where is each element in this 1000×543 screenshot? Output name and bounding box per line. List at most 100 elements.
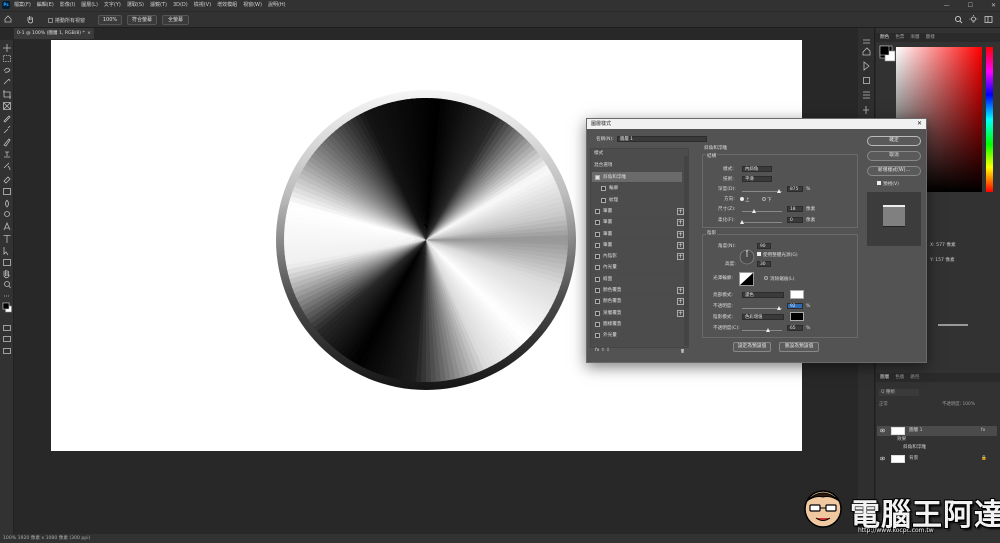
crop-tool-icon[interactable] — [3, 90, 11, 99]
layer-kind-filter[interactable]: Q 種類 — [879, 389, 919, 396]
menu-item[interactable]: 檔案(F) — [14, 0, 31, 11]
prop-x-value[interactable]: X: 577 像素 — [930, 242, 956, 248]
menu-item[interactable]: 選取(S) — [127, 0, 144, 11]
menu-item[interactable]: 影像(I) — [60, 0, 75, 11]
style-item[interactable]: 內陰影 + — [592, 251, 684, 263]
menu-item[interactable]: 濾鏡(T) — [150, 0, 167, 11]
layer-fx-badge[interactable]: fx — [981, 426, 985, 436]
menu-item[interactable]: 檢視(V) — [194, 0, 211, 11]
style-item[interactable]: 顏色覆蓋 + — [592, 285, 684, 296]
style-checkbox[interactable] — [595, 220, 600, 226]
workspace-icon[interactable] — [984, 15, 993, 24]
styles-header[interactable]: 樣式 — [594, 151, 603, 157]
hand-tool-panel-icon[interactable] — [3, 270, 10, 279]
delete-style-icon[interactable] — [680, 348, 685, 353]
styles-scrollbar[interactable] — [684, 156, 688, 346]
style-checkbox[interactable] — [601, 197, 606, 203]
style-item[interactable]: 內光暈 — [592, 262, 682, 274]
adjustments-panel-icon[interactable] — [863, 91, 870, 99]
style-item[interactable]: 漸層覆蓋 + — [592, 308, 684, 319]
style-item[interactable]: 緞面 — [592, 274, 682, 285]
panel-collapse-icon[interactable] — [863, 39, 870, 44]
reset-default-button[interactable]: 重設為預設值 — [779, 342, 819, 352]
add-style-icon[interactable]: + — [677, 219, 684, 227]
actions-panel-icon[interactable] — [863, 61, 870, 71]
style-item[interactable]: 筆畫 + — [592, 240, 684, 251]
new-style-button[interactable]: 新增樣式(W)... — [867, 166, 921, 176]
depth-slider-thumb[interactable] — [777, 189, 781, 193]
minimize-icon[interactable]: — — [944, 0, 950, 11]
menu-item[interactable]: 文字(Y) — [104, 0, 121, 11]
add-style-icon[interactable]: + — [677, 298, 684, 306]
angle-dial[interactable] — [739, 249, 755, 265]
dialog-close-icon[interactable]: ✕ — [917, 119, 922, 129]
properties-panel-icon[interactable] — [863, 77, 870, 84]
shadow-color-swatch[interactable] — [790, 312, 804, 321]
visibility-eye-icon[interactable] — [880, 428, 885, 433]
cancel-button[interactable]: 取消 — [867, 151, 921, 161]
lasso-tool-icon[interactable] — [3, 67, 11, 73]
brush-panel-icon[interactable] — [863, 106, 869, 114]
style-checkbox[interactable] — [595, 242, 600, 248]
style-checkbox[interactable] — [595, 175, 600, 180]
highlight-opacity-input[interactable]: 92 — [787, 303, 803, 309]
brush-tool-icon[interactable] — [3, 138, 11, 147]
close-window-icon[interactable]: ✕ — [991, 0, 996, 11]
search-icon[interactable] — [954, 15, 963, 24]
menu-item[interactable]: 增效模組 — [217, 0, 237, 11]
layer-row-background[interactable]: 背景 🔒 — [877, 454, 997, 464]
ok-button[interactable]: 確定 — [867, 136, 921, 146]
make-default-button[interactable]: 設定為預設值 — [733, 342, 771, 352]
tab-swatches[interactable]: 色票 — [895, 33, 904, 42]
gradient-tool-icon[interactable] — [3, 188, 11, 195]
frame-tool-icon[interactable] — [3, 102, 11, 110]
style-name-input[interactable]: 圖層 1 — [617, 136, 707, 142]
visibility-eye-icon[interactable] — [880, 456, 885, 461]
styles-bottom-icons[interactable]: fx ⇧ ⇩ — [595, 348, 610, 354]
type-tool-icon[interactable] — [3, 235, 11, 244]
tab-gradients[interactable]: 漸層 — [910, 33, 919, 42]
global-light-checkbox[interactable]: 使用整體光源(G) — [757, 252, 798, 259]
style-item[interactable]: 筆畫 + — [592, 229, 684, 240]
rectangle-tool-icon[interactable] — [3, 259, 11, 266]
direction-down-radio[interactable]: 下 — [762, 197, 772, 204]
home-icon[interactable] — [4, 15, 12, 23]
quick-mask-icon[interactable] — [3, 325, 11, 331]
style-checkbox[interactable] — [595, 310, 600, 316]
pen-tool-icon[interactable] — [3, 221, 11, 231]
style-checkbox[interactable] — [595, 254, 600, 260]
style-checkbox[interactable] — [595, 265, 600, 271]
menu-item[interactable]: 圖層(L) — [81, 0, 98, 11]
style-checkbox[interactable] — [595, 299, 600, 305]
hand-tool-icon[interactable] — [26, 15, 35, 24]
artboard-icon[interactable] — [3, 348, 11, 354]
gloss-contour-picker[interactable] — [739, 272, 754, 286]
menu-item[interactable]: 編輯(E) — [37, 0, 54, 11]
highlight-mode-select[interactable]: 濾色 — [742, 292, 784, 298]
add-style-icon[interactable]: + — [677, 230, 684, 238]
add-style-icon[interactable]: + — [677, 287, 684, 294]
quick-select-tool-icon[interactable] — [3, 78, 11, 85]
shadow-opacity-thumb[interactable] — [766, 328, 770, 332]
style-item[interactable]: 顏色覆蓋 + — [592, 296, 684, 308]
soften-input[interactable]: 0 — [787, 217, 803, 223]
style-item[interactable]: 筆畫 + — [592, 206, 684, 217]
move-tool-icon[interactable] — [3, 44, 11, 52]
hue-slider[interactable] — [986, 47, 993, 192]
menu-item[interactable]: 3D(D) — [173, 0, 188, 11]
add-style-icon[interactable]: + — [677, 309, 684, 317]
direction-up-radio[interactable]: 上 — [740, 197, 750, 204]
eyedropper-tool-icon[interactable] — [3, 115, 11, 123]
layer-effects-row[interactable]: 效果 — [877, 436, 997, 444]
menu-item[interactable]: 視窗(W) — [243, 0, 262, 11]
blur-tool-icon[interactable] — [5, 199, 9, 208]
style-item[interactable]: 紋理 — [592, 195, 682, 206]
prop-y-value[interactable]: Y: 157 像素 — [930, 257, 955, 263]
tab-layers[interactable]: 圖層 — [880, 373, 889, 382]
bevel-style-select[interactable]: 內斜角 — [742, 166, 772, 172]
style-checkbox[interactable] — [601, 186, 606, 192]
soften-slider-thumb[interactable] — [740, 220, 744, 224]
healing-brush-icon[interactable] — [3, 125, 11, 134]
style-checkbox[interactable] — [595, 208, 600, 214]
antialias-checkbox[interactable]: 消除鋸齒(L) — [764, 276, 795, 283]
